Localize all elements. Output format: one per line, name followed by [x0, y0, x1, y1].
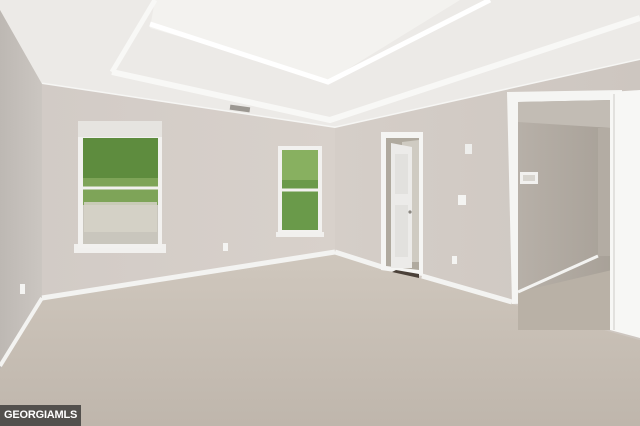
wall-outlet	[20, 284, 25, 294]
wall-plate	[465, 144, 472, 154]
wall-outlet	[452, 256, 457, 264]
room-photo: GEORGIAMLS	[0, 0, 640, 426]
mls-logo-icon: GEORGIAMLS	[4, 409, 78, 421]
listing-watermark: GEORGIAMLS	[0, 405, 82, 426]
bathroom-doorway	[381, 132, 423, 278]
hallway-doorway	[507, 90, 622, 330]
wall-outlet	[223, 243, 228, 251]
room-illustration	[0, 0, 640, 426]
light-switch	[458, 195, 466, 205]
window-left	[74, 121, 166, 253]
window-right	[276, 146, 324, 237]
